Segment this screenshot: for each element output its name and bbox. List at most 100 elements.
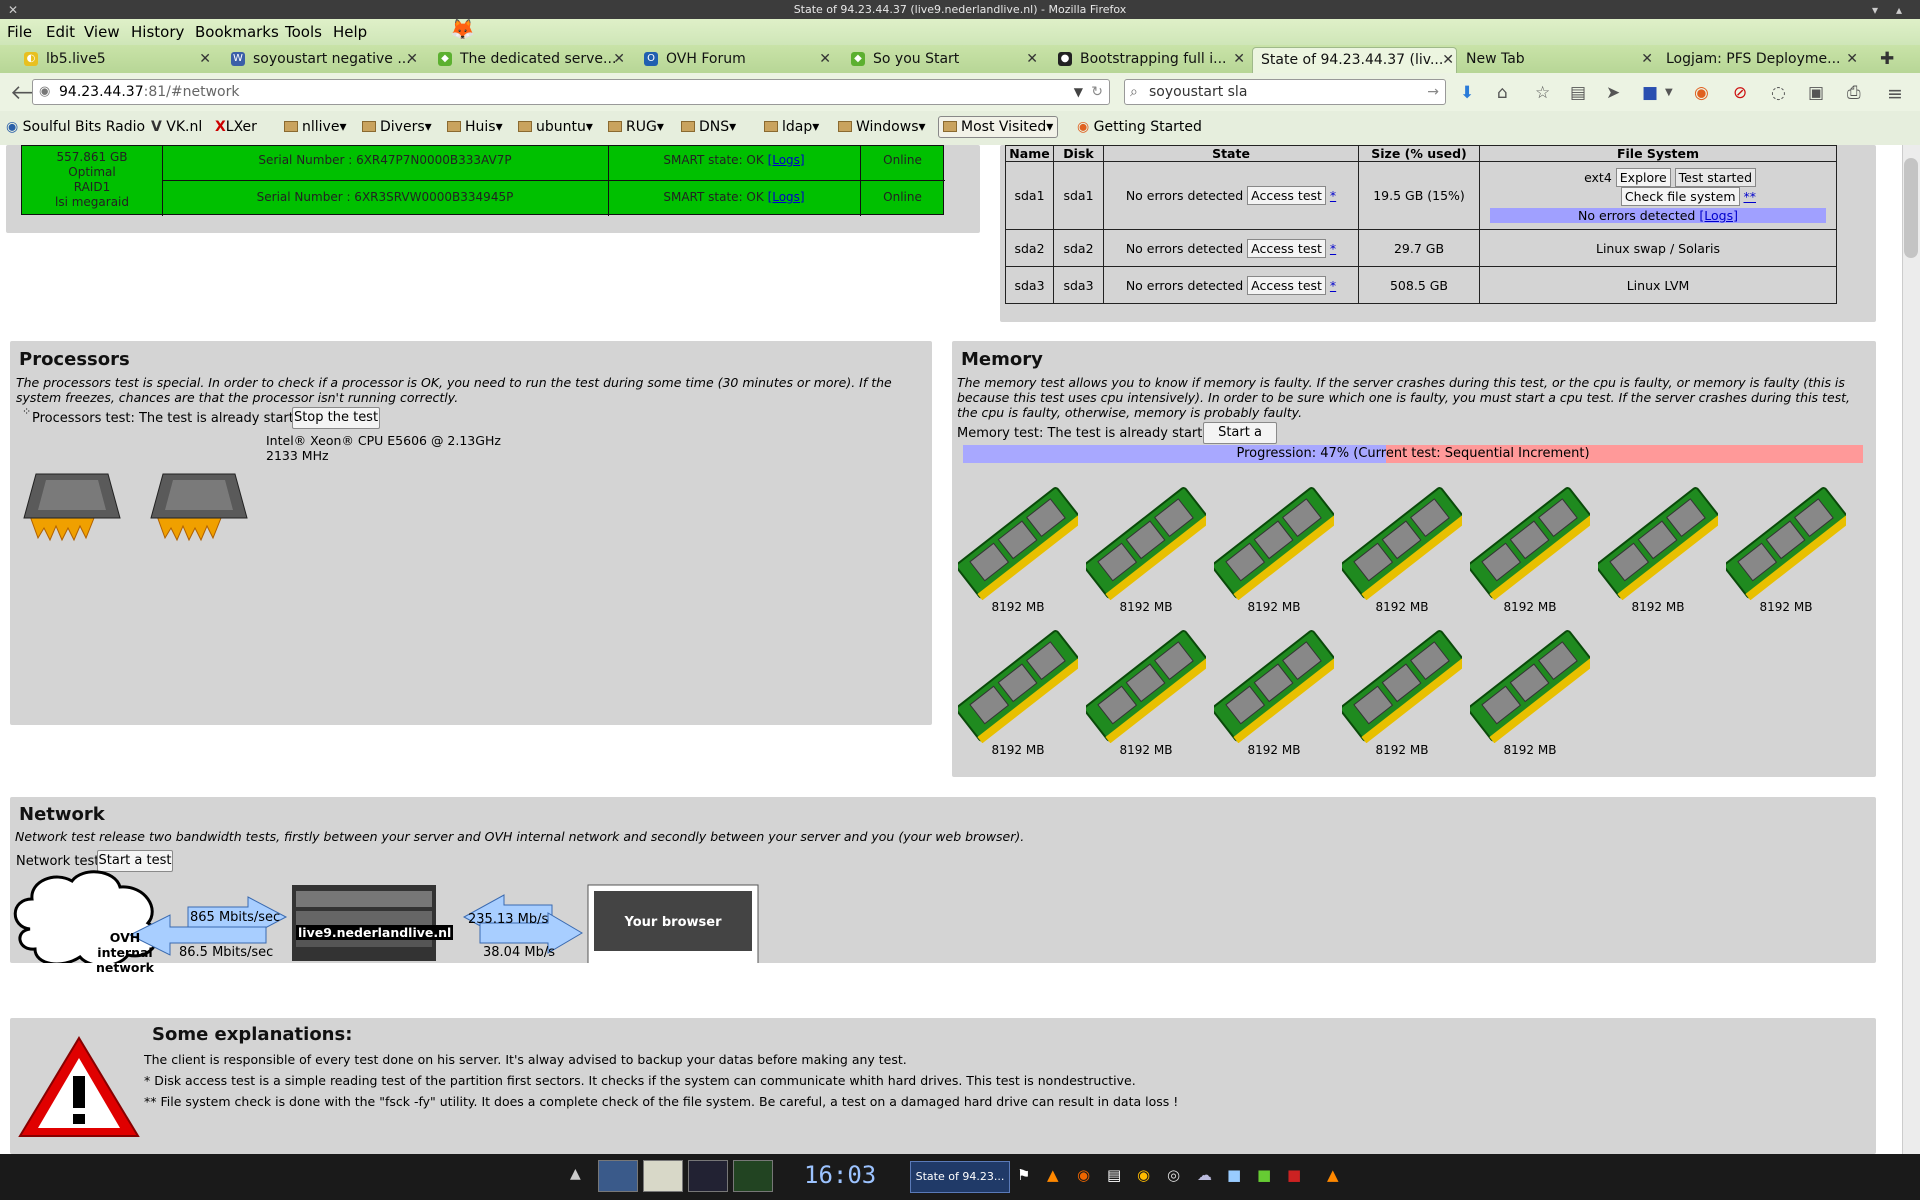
explore-button[interactable]: Explore [1615, 168, 1671, 187]
app-icon[interactable]: ◉ [1137, 1166, 1150, 1184]
bookmark-folder-divers[interactable]: Divers▾ [362, 119, 432, 135]
tab-ovh-forum[interactable]: O OVH Forum ✕ [638, 47, 833, 73]
firefox-icon[interactable]: ◉ [1077, 1166, 1090, 1184]
tab-so-you-start[interactable]: ◆ So you Start ✕ [845, 47, 1040, 73]
bookmark-folder-huis[interactable]: Huis▾ [447, 119, 503, 135]
tab-close-icon[interactable]: ✕ [1641, 47, 1653, 71]
url-bar[interactable]: ◉ 94.23.44.37:81/#network ▼ ↻ [32, 79, 1110, 105]
bookmark-lxer[interactable]: XLXer [215, 119, 257, 135]
bookmark-folder-windows[interactable]: Windows▾ [838, 119, 926, 135]
tab-close-icon[interactable]: ✕ [613, 47, 625, 71]
menu-history[interactable]: History [131, 23, 184, 41]
tab-close-icon[interactable]: ✕ [406, 47, 418, 71]
fs-logs-link[interactable]: [Logs] [1699, 208, 1738, 223]
search-go-icon[interactable]: → [1427, 80, 1439, 104]
maximize-icon[interactable]: ▴ [1896, 1, 1902, 20]
home-icon[interactable]: ⌂ [1497, 83, 1508, 103]
tab-bootstrapping[interactable]: ● Bootstrapping full i... ✕ [1052, 47, 1247, 73]
smart-logs-link[interactable]: [Logs] [768, 190, 805, 204]
bookmark-vk[interactable]: V VK.nl [151, 119, 202, 135]
bookmark-most-visited[interactable]: Most Visited▾ [938, 116, 1059, 138]
url-dropdown-icon[interactable]: ▼ [1074, 80, 1083, 104]
scrollbar-thumb[interactable] [1904, 158, 1918, 258]
footnote-link[interactable]: * [1330, 278, 1336, 293]
chat-icon[interactable]: ◌ [1771, 83, 1786, 103]
cell-filesystem: ext4 Explore Test started Check file sys… [1479, 161, 1837, 230]
window-menu-icon[interactable]: ✕ [8, 1, 18, 20]
new-tab-plus-icon[interactable]: ✚ [1880, 49, 1894, 69]
tab-logjam[interactable]: Logjam: PFS Deployme... ✕ [1660, 47, 1860, 73]
tab-state-active[interactable]: State of 94.23.44.37 (liv... ✕ [1252, 47, 1457, 73]
footnote-link[interactable]: ** [1744, 189, 1757, 204]
footnote-link[interactable]: * [1330, 241, 1336, 256]
access-test-button[interactable]: Access test [1247, 275, 1326, 295]
bookmark-star-icon[interactable]: ☆ [1535, 83, 1550, 103]
tab-dedicated-server[interactable]: ◆ The dedicated serve... ✕ [432, 47, 627, 73]
bookmark-folder-nllive[interactable]: nllive▾ [284, 119, 346, 135]
raid-table: 557.861 GB Optimal RAID1 lsi megaraid Se… [21, 145, 945, 216]
chat-icon[interactable]: ■ [1257, 1166, 1271, 1184]
menu-view[interactable]: View [84, 23, 120, 41]
adblock-icon[interactable]: ■ [1642, 83, 1658, 103]
check-file-system-button[interactable]: Check file system [1620, 187, 1740, 206]
notifications-icon[interactable]: ▣ [1808, 83, 1824, 103]
vertical-scrollbar[interactable] [1902, 145, 1920, 1154]
bookmark-getting-started[interactable]: ◉ Getting Started [1077, 119, 1202, 135]
workspace-thumbnail[interactable] [643, 1160, 683, 1192]
menu-tools[interactable]: Tools [285, 23, 322, 41]
cloud-icon[interactable]: ☁ [1197, 1166, 1212, 1184]
hamburger-menu-icon[interactable]: ≡ [1887, 83, 1903, 105]
taskbar-window-button[interactable]: State of 94.23... [910, 1161, 1010, 1193]
bookmark-folder-ubuntu[interactable]: ubuntu▾ [518, 119, 593, 135]
tab-new-tab[interactable]: New Tab ✕ [1460, 47, 1655, 73]
menu-file[interactable]: File [7, 23, 32, 41]
workspace-thumbnail[interactable] [598, 1160, 638, 1192]
workspace-thumbnail[interactable] [733, 1160, 773, 1192]
tab-lb5[interactable]: ◐ lb5.live5 ✕ [18, 47, 213, 73]
reload-icon[interactable]: ↻ [1091, 80, 1103, 104]
tab-close-icon[interactable]: ✕ [1442, 48, 1454, 72]
reading-list-icon[interactable]: ▤ [1570, 83, 1586, 103]
raid-controller: lsi megaraid [54, 195, 129, 209]
block-icon[interactable]: ⊘ [1733, 83, 1747, 103]
adblock-dropdown-icon[interactable]: ▼ [1665, 87, 1673, 98]
minimize-icon[interactable]: ▾ [1872, 1, 1878, 20]
bookmark-folder-dns[interactable]: DNS▾ [681, 119, 736, 135]
tab-soyoustart-negative[interactable]: Wsoyoustart negative ... ✕ [225, 47, 420, 73]
cell-size: 29.7 GB [1358, 229, 1480, 267]
access-test-button[interactable]: Access test [1247, 238, 1326, 258]
stop-test-button[interactable]: Stop the test [292, 407, 380, 429]
vlc-icon[interactable]: ▲ [1327, 1166, 1339, 1184]
workspace-thumbnail[interactable] [688, 1160, 728, 1192]
bookmark-folder-ldap[interactable]: ldap▾ [764, 119, 819, 135]
print-icon[interactable]: ⎙ [1847, 83, 1861, 103]
tab-close-icon[interactable]: ✕ [1846, 47, 1858, 71]
tab-close-icon[interactable]: ✕ [199, 47, 211, 71]
bookmark-folder-rug[interactable]: RUG▾ [608, 119, 664, 135]
tab-close-icon[interactable]: ✕ [1026, 47, 1038, 71]
app-icon[interactable]: ◎ [1167, 1166, 1180, 1184]
search-input[interactable]: soyoustart sla [1149, 84, 1247, 100]
access-test-button[interactable]: Access test [1247, 186, 1326, 205]
app-icon[interactable]: ■ [1227, 1166, 1241, 1184]
bookmark-soulful-bits-radio[interactable]: ◉ Soulful Bits Radio [6, 119, 145, 135]
menu-bookmarks[interactable]: Bookmarks [195, 23, 279, 41]
menu-help[interactable]: Help [333, 23, 367, 41]
duckduckgo-icon[interactable]: ◉ [1694, 83, 1709, 103]
ram-module-icon [1083, 482, 1212, 601]
flag-icon[interactable]: ⚑ [1017, 1166, 1030, 1184]
tab-close-icon[interactable]: ✕ [1233, 47, 1245, 71]
expand-up-icon[interactable]: ▲ [570, 1166, 581, 1182]
start-memory-test-button[interactable]: Start a test [1203, 422, 1277, 460]
tab-close-icon[interactable]: ✕ [819, 47, 831, 71]
smart-logs-link[interactable]: [Logs] [768, 153, 805, 167]
search-bar[interactable]: ⌕ soyoustart sla → [1124, 79, 1446, 105]
app-icon[interactable]: ■ [1287, 1166, 1301, 1184]
vlc-icon[interactable]: ▲ [1047, 1166, 1059, 1184]
document-icon[interactable]: ▤ [1107, 1166, 1121, 1184]
send-icon[interactable]: ➤ [1606, 83, 1620, 103]
menu-edit[interactable]: Edit [46, 23, 75, 41]
download-icon[interactable]: ⬇ [1460, 83, 1474, 103]
soyoustart-icon: ◆ [851, 52, 865, 66]
footnote-link[interactable]: * [1330, 188, 1336, 203]
